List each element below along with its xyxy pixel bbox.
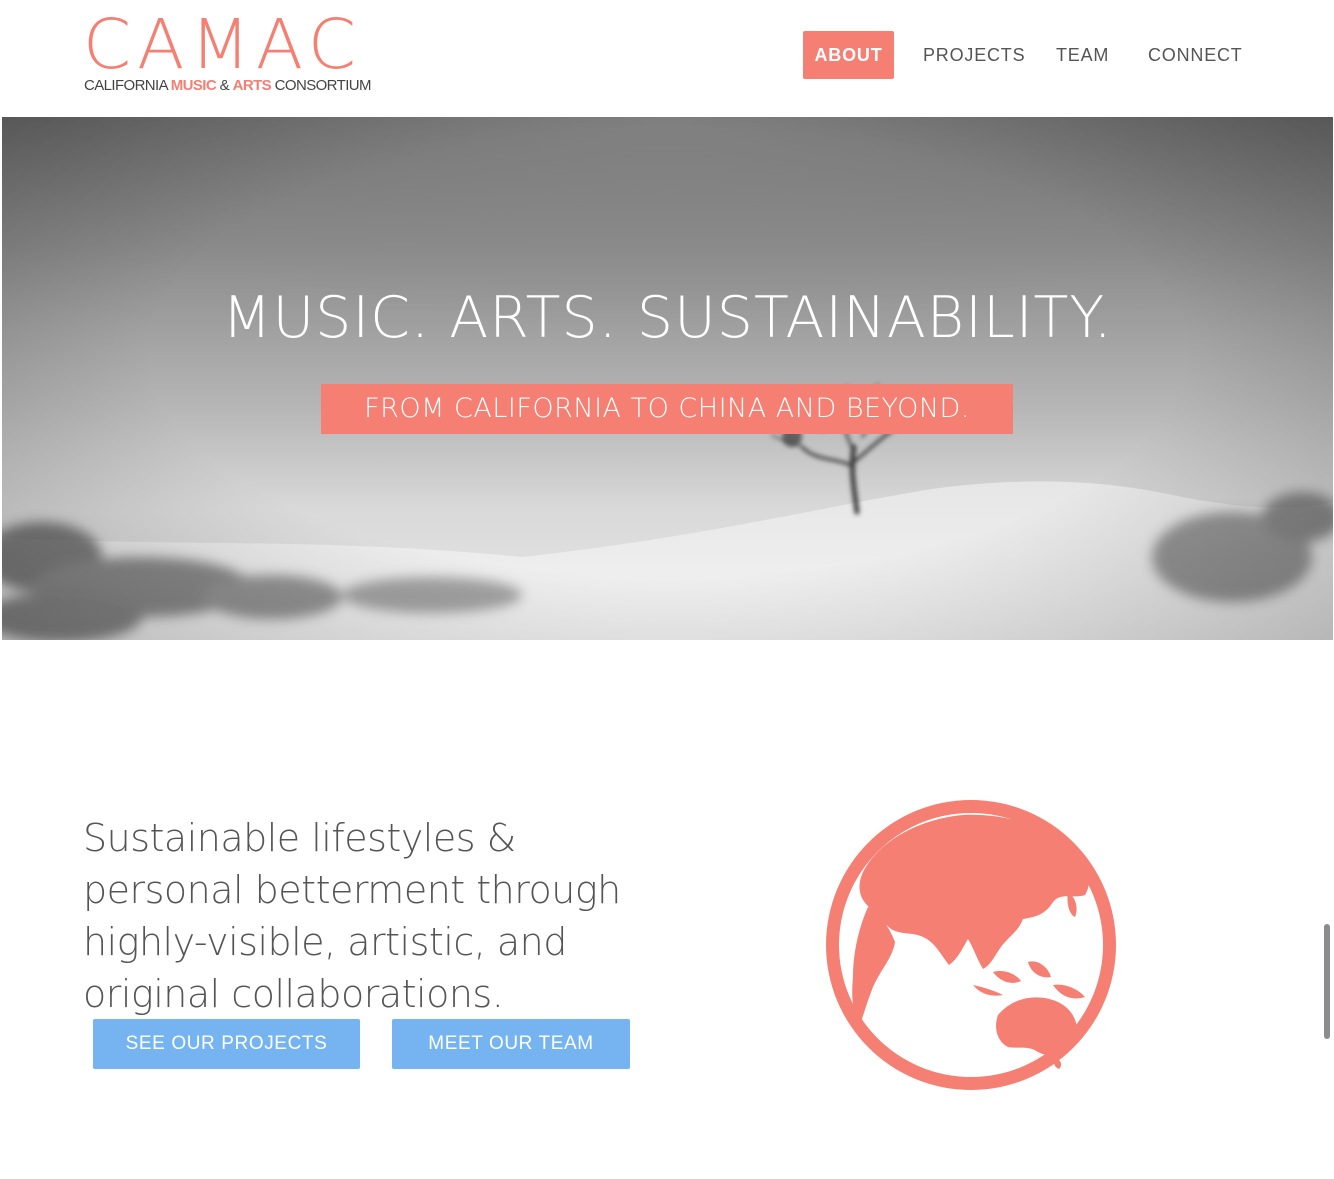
see-projects-button[interactable]: SEE OUR PROJECTS bbox=[93, 1019, 360, 1069]
scrollbar-thumb[interactable] bbox=[1324, 924, 1330, 1039]
nav-team[interactable]: TEAM bbox=[1056, 31, 1109, 79]
nav-projects[interactable]: PROJECTS bbox=[923, 31, 1025, 79]
logo-sub-consortium: CONSORTIUM bbox=[271, 77, 372, 94]
hero-headline: MUSIC. ARTS. SUSTAINABILITY. bbox=[222, 285, 1113, 351]
logo-subtitle: CALIFORNIA MUSIC & ARTS CONSORTIUM bbox=[84, 77, 371, 95]
logo-sub-arts: ARTS bbox=[232, 77, 272, 94]
logo-sub-music: MUSIC bbox=[170, 77, 217, 94]
nav-about[interactable]: ABOUT bbox=[803, 31, 894, 79]
camac-logo[interactable]: CAMAC CALIFORNIA MUSIC & ARTS CONSORTIUM bbox=[83, 5, 385, 98]
logo-sub-ampersand: & bbox=[216, 77, 233, 94]
logo-wordmark: CAMAC bbox=[83, 5, 363, 85]
hero-vignette bbox=[2, 117, 1333, 640]
meet-team-button[interactable]: MEET OUR TEAM bbox=[392, 1019, 630, 1069]
hero-tagline: FROM CALIFORNIA TO CHINA AND BEYOND. bbox=[321, 384, 1013, 434]
site-header: CAMAC CALIFORNIA MUSIC & ARTS CONSORTIUM… bbox=[0, 0, 1334, 117]
hero-banner: MUSIC. ARTS. SUSTAINABILITY. FROM CALIFO… bbox=[2, 117, 1333, 640]
globe-icon bbox=[826, 800, 1116, 1090]
logo-sub-california: CALIFORNIA bbox=[84, 77, 171, 94]
mission-statement: Sustainable lifestyles & personal better… bbox=[83, 816, 621, 1016]
nav-connect[interactable]: CONNECT bbox=[1148, 31, 1243, 79]
